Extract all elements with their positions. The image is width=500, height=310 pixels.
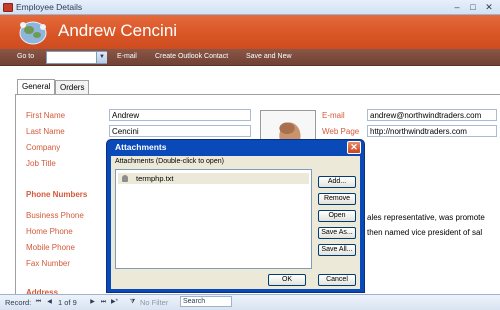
dialog-body: Attachments (Double-click to open) termp… <box>111 156 360 289</box>
list-item[interactable]: termphp.txt <box>118 173 309 184</box>
company-label: Company <box>26 143 61 152</box>
business-phone-label: Business Phone <box>26 211 84 220</box>
job-title-label: Job Title <box>26 159 56 168</box>
tab-orders[interactable]: Orders <box>55 80 90 94</box>
window-titlebar: Employee Details – □ ✕ <box>0 0 500 15</box>
attachments-hint: Attachments (Double-click to open) <box>115 158 224 165</box>
open-button[interactable]: Open <box>318 210 356 222</box>
first-name-field[interactable]: Andrew <box>109 109 251 121</box>
globe-icon <box>19 21 47 45</box>
ok-button[interactable]: OK <box>268 274 306 286</box>
paperclip-icon <box>122 175 128 182</box>
create-outlook-contact-link[interactable]: Create Outlook Contact <box>155 53 228 60</box>
minimize-icon[interactable]: – <box>450 1 464 13</box>
tab-general[interactable]: General <box>17 79 56 94</box>
cancel-button[interactable]: Cancel <box>318 274 356 286</box>
dialog-title: Attachments <box>115 142 167 152</box>
form-header: Andrew Cencini <box>0 15 500 49</box>
remove-button[interactable]: Remove <box>318 193 356 205</box>
maximize-icon[interactable]: □ <box>466 1 480 13</box>
last-name-label: Last Name <box>26 127 65 136</box>
no-filter-indicator[interactable]: No Filter <box>140 298 168 307</box>
new-record-icon[interactable]: ▶* <box>110 298 119 307</box>
save-and-new-link[interactable]: Save and New <box>246 53 292 60</box>
close-icon[interactable]: ✕ <box>482 1 496 13</box>
window-title: Employee Details <box>16 2 83 12</box>
first-name-label: First Name <box>26 111 66 120</box>
fax-number-label: Fax Number <box>26 259 71 268</box>
notes-text-line2: then named vice president of sal <box>367 228 483 237</box>
attachment-filename: termphp.txt <box>136 174 174 183</box>
chevron-down-icon[interactable]: ▼ <box>96 52 107 63</box>
form-icon <box>3 3 13 12</box>
attachments-list[interactable]: termphp.txt <box>115 169 312 269</box>
first-record-icon[interactable]: ⏮ <box>34 298 43 307</box>
email-label: E-mail <box>322 111 345 120</box>
email-field[interactable]: andrew@northwindtraders.com <box>367 109 497 121</box>
attachments-dialog: Attachments ✕ Attachments (Double-click … <box>106 139 365 293</box>
notes-text-line1: ales representative, was promote <box>367 213 485 222</box>
phone-numbers-heading: Phone Numbers <box>26 190 88 199</box>
mobile-phone-label: Mobile Phone <box>26 243 75 252</box>
record-label: Record: <box>5 298 32 307</box>
next-record-icon[interactable]: ▶ <box>88 298 97 307</box>
web-page-field[interactable]: http://northwindtraders.com <box>367 125 497 137</box>
add-button[interactable]: Add... <box>318 176 356 188</box>
email-link[interactable]: E-mail <box>117 53 137 60</box>
previous-record-icon[interactable]: ◀ <box>45 298 54 307</box>
record-navigation-bar: Record: ⏮ ◀ 1 of 9 ▶ ⏭ ▶* ⧩ No Filter <box>0 294 500 310</box>
last-record-icon[interactable]: ⏭ <box>99 298 108 307</box>
last-name-field[interactable]: Cencini <box>109 125 251 137</box>
close-icon[interactable]: ✕ <box>347 141 361 154</box>
save-all-button[interactable]: Save All... <box>318 244 356 256</box>
filter-icon: ⧩ <box>129 299 136 305</box>
search-input[interactable]: Search <box>180 296 232 307</box>
employee-name-heading: Andrew Cencini <box>58 21 178 40</box>
record-position[interactable]: 1 of 9 <box>58 298 77 307</box>
web-page-label: Web Page <box>322 127 360 136</box>
home-phone-label: Home Phone <box>26 227 73 236</box>
save-as-button[interactable]: Save As... <box>318 227 356 239</box>
goto-label: Go to <box>17 53 35 60</box>
